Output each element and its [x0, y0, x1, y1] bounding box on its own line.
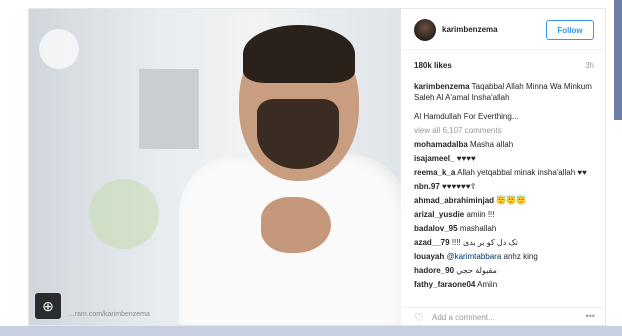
comment-username[interactable]: fathy_faraone04 — [414, 280, 475, 289]
caption-username[interactable]: karimbenzema — [414, 82, 470, 91]
photo-bokeh — [39, 29, 79, 69]
comment-username[interactable]: mohamadalba — [414, 140, 468, 149]
caption-line-2: Al Hamdullah For Everthing... — [414, 112, 519, 121]
list-item: mohamadalba Masha allah — [414, 139, 599, 150]
heart-icon[interactable]: ♡ — [414, 311, 424, 324]
post-photo[interactable]: ⊕ ...ram.com/karimbenzema — [29, 9, 401, 325]
list-item: louayah @karimtabbara anhz king — [414, 251, 599, 262]
comment-text: 😇😇😇 — [496, 196, 527, 205]
post-stats: 180k likes 3h — [414, 61, 594, 73]
avatar[interactable] — [414, 19, 436, 41]
view-all-comments-link[interactable]: view all 6,107 comments — [414, 126, 502, 135]
comment-text: مقبولة حجي — [456, 266, 497, 275]
zoom-in-icon[interactable]: ⊕ — [35, 293, 61, 319]
comment-text: !!!! تک دل کو بر بدی — [451, 238, 518, 247]
list-item: isajameel_ ♥♥♥♥ — [414, 153, 599, 164]
comment-username[interactable]: azad__79 — [414, 238, 450, 247]
list-item: reema_k_a Allah yetqabbal minak insha'al… — [414, 167, 599, 178]
comment-username[interactable]: isajameel_ — [414, 154, 454, 163]
comment-text: ♥♥♥♥ — [456, 154, 476, 163]
list-item: fathy_faraone04 Amiin — [414, 279, 599, 290]
photo-person-beard — [257, 99, 339, 169]
comment-username[interactable]: reema_k_a — [414, 168, 455, 177]
follow-button[interactable]: Follow — [546, 20, 594, 40]
list-item: ahmad_abrahiminjad 😇😇😇 — [414, 195, 599, 206]
post-header: karimbenzema Follow — [402, 9, 605, 50]
comment-text: Allah yetqabbal minak insha'allah ♥♥ — [457, 168, 587, 177]
post-username[interactable]: karimbenzema — [442, 25, 498, 34]
comment-text: anhz king — [503, 252, 538, 261]
add-comment-input[interactable]: Add a comment... — [432, 313, 495, 322]
comment-text: Masha allah — [470, 140, 514, 149]
photo-bokeh — [89, 179, 159, 249]
bottom-bar — [0, 326, 622, 336]
post-footer: ♡ Add a comment... ••• — [402, 307, 605, 326]
instagram-post-frame: ⊕ ...ram.com/karimbenzema karimbenzema F… — [28, 8, 606, 326]
comment-username[interactable]: hadore_90 — [414, 266, 454, 275]
photo-person-hair — [243, 25, 355, 83]
photo-background-window — [139, 69, 199, 149]
photo-watermark: ...ram.com/karimbenzema — [69, 311, 150, 318]
list-item: arizal_yusdie amiin !!! — [414, 209, 599, 220]
comment-text: mashallah — [459, 224, 497, 233]
comment-username[interactable]: badalov_95 — [414, 224, 458, 233]
comments-list: mohamadalba Masha allah isajameel_ ♥♥♥♥ … — [414, 139, 599, 293]
comment-text: Amiin — [477, 280, 498, 289]
likes-count[interactable]: 180k likes — [414, 61, 452, 70]
list-item: azad__79 !!!! تک دل کو بر بدی — [414, 237, 599, 248]
comment-username[interactable]: nbn.97 — [414, 182, 440, 191]
comment-username[interactable]: arizal_yusdie — [414, 210, 464, 219]
comment-text: amiin !!! — [466, 210, 495, 219]
comment-mention-link[interactable]: @karimtabbara — [446, 252, 501, 261]
comment-username[interactable]: ahmad_abrahiminjad — [414, 196, 494, 205]
list-item: hadore_90 مقبولة حجي — [414, 265, 599, 276]
comment-username[interactable]: louayah — [414, 252, 444, 261]
post-caption: karimbenzema Taqabbal Allah Minna Wa Min… — [414, 81, 594, 103]
post-time: 3h — [585, 61, 594, 70]
page-scrollbar[interactable] — [614, 0, 622, 120]
more-options-icon[interactable]: ••• — [586, 311, 595, 321]
list-item: nbn.97 ♥♥♥♥♥♥☦ — [414, 181, 599, 192]
comment-text: ♥♥♥♥♥♥☦ — [442, 182, 476, 191]
photo-person-hand — [261, 197, 331, 253]
post-sidebar: karimbenzema Follow 180k likes 3h karimb… — [402, 9, 605, 325]
list-item: badalov_95 mashallah — [414, 223, 599, 234]
